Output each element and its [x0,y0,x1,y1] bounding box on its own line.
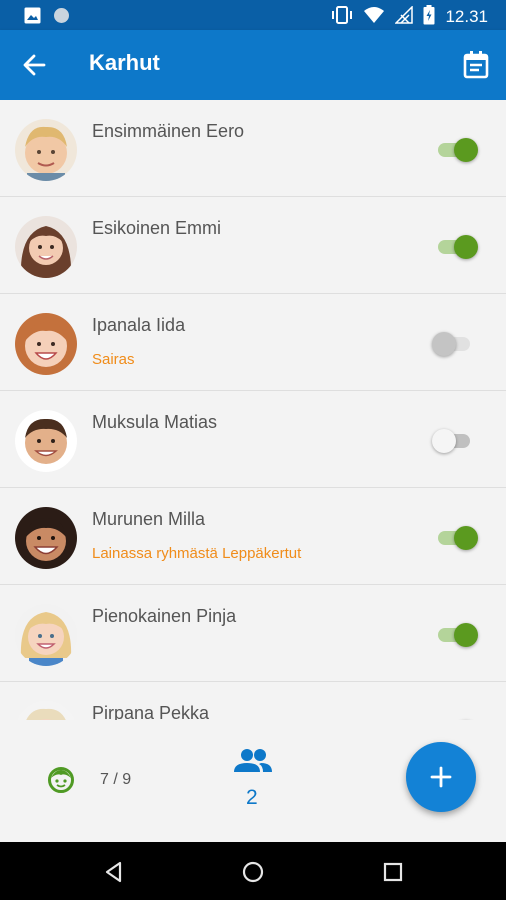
child-name: Ipanala Iida [92,315,186,335]
plus-icon [430,766,452,788]
presence-toggle[interactable] [428,235,480,259]
child-status: Sairas [92,351,135,368]
battery-icon [423,5,435,29]
page-title: Karhut [89,50,160,75]
calendar-icon [463,51,489,79]
child-row[interactable]: Muksula Matias [0,391,506,488]
child-row[interactable]: Esikoinen Emmi [0,197,506,294]
child-row[interactable]: Murunen Milla Lainassa ryhmästä Leppäker… [0,488,506,585]
child-row[interactable]: Pirpana Pekka [0,682,506,720]
children-present-count: 7 / 9 [100,771,132,788]
image-icon [24,7,41,28]
child-avatar [15,604,77,666]
presence-toggle[interactable] [428,332,480,356]
child-face-icon [47,766,75,794]
no-signal-icon [394,5,414,28]
nav-recents-button[interactable] [380,859,406,885]
back-button[interactable] [18,50,52,80]
status-bar: 12.31 [0,0,506,30]
child-avatar [15,701,77,720]
group-icon [234,749,272,772]
child-row[interactable]: Ensimmäinen Eero [0,100,506,197]
child-avatar [15,119,77,181]
triangle-back-icon [105,861,122,883]
child-avatar [15,216,77,278]
group-count: 2 [246,786,258,809]
bottom-bar: 7 / 9 2 [0,720,506,842]
presence-toggle[interactable] [428,138,480,162]
add-button[interactable] [406,742,476,812]
child-name: Esikoinen Emmi [92,218,222,238]
groups-button[interactable] [233,748,273,774]
child-avatar [15,313,77,375]
child-status: Lainassa ryhmästä Leppäkertut [92,545,302,562]
calendar-button[interactable] [462,50,490,80]
nav-home-button[interactable] [240,859,266,885]
child-name: Pirpana Pekka [92,703,210,720]
child-name: Muksula Matias [92,412,218,432]
child-name: Murunen Milla [92,509,206,529]
child-name: Pienokainen Pinja [92,606,237,626]
child-row[interactable]: Pienokainen Pinja [0,585,506,682]
vibrate-icon [331,6,353,28]
child-row[interactable]: Ipanala Iida Sairas [0,294,506,391]
system-nav-bar [0,842,506,900]
arrow-left-icon [23,54,46,76]
child-avatar [15,507,77,569]
presence-toggle[interactable] [428,623,480,647]
square-recents-icon [383,862,403,882]
child-avatar [15,410,77,472]
wifi-icon [363,6,385,28]
clock: 12.31 [445,7,488,26]
app-bar: Karhut [0,30,506,100]
child-name: Ensimmäinen Eero [92,121,245,141]
children-list: Ensimmäinen Eero Esikoinen Emmi Ipanala … [0,100,506,720]
circle-home-icon [242,861,264,883]
nav-back-button[interactable] [101,859,127,885]
presence-toggle[interactable] [428,429,480,453]
presence-toggle[interactable] [428,526,480,550]
circle-icon [53,7,70,28]
